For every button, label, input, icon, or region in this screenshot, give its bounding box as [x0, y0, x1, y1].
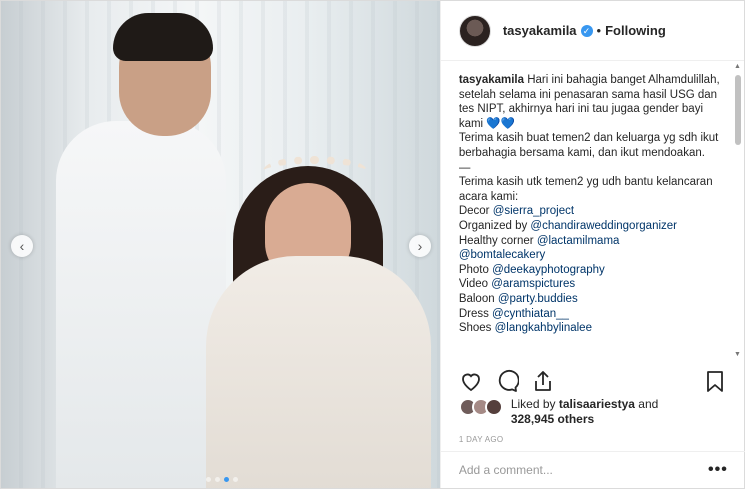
credit-line: Photo @deekayphotography — [459, 263, 721, 278]
credit-mention-link[interactable]: @lactamilmama — [537, 235, 620, 247]
more-options-icon[interactable]: ••• — [708, 461, 728, 479]
caption-text-4: Terima kasih utk temen2 yg udh bantu kel… — [458, 176, 713, 203]
heart-icon[interactable] — [459, 369, 483, 393]
likes-text: Liked by talisaariestya and 328,945 othe… — [511, 397, 658, 427]
carousel-dot — [224, 477, 229, 482]
comment-input[interactable] — [458, 463, 708, 477]
scroll-up-arrow-icon[interactable]: ▲ — [734, 63, 741, 70]
verified-badge-icon: ✓ — [580, 24, 593, 37]
carousel-dots — [206, 477, 238, 482]
caption-username[interactable]: tasyakamila — [459, 74, 524, 86]
credit-label: Dress — [458, 307, 489, 320]
credit-label: Baloon — [458, 292, 495, 305]
scroll-down-arrow-icon[interactable]: ▼ — [734, 351, 741, 358]
carousel-prev-button[interactable]: ‹ — [11, 235, 33, 257]
share-icon[interactable] — [531, 369, 555, 393]
avatar[interactable] — [458, 14, 491, 47]
following-button[interactable]: Following — [605, 23, 666, 38]
carousel-dot — [206, 477, 211, 482]
caption-first: tasyakamila Hari ini bahagia banget Alha… — [459, 73, 721, 131]
credit-mention-link[interactable]: @party.buddies — [498, 293, 578, 305]
credit-line: Decor @sierra_project — [459, 204, 721, 219]
caption-divider: — — [458, 161, 471, 174]
man-hair — [113, 13, 213, 61]
post-date[interactable]: 1 DAY AGO — [459, 435, 504, 444]
flower-crown — [263, 156, 367, 186]
credit-mention-link[interactable]: @cynthiatan__ — [492, 308, 569, 320]
caption-scrollbar[interactable]: ▲ ▼ — [734, 63, 742, 358]
header-username[interactable]: tasyakamila — [503, 23, 577, 38]
bookmark-icon[interactable] — [703, 369, 727, 393]
credit-line: @bomtalecakery — [459, 248, 721, 263]
credit-mention-link[interactable]: @chandiraweddingorganizer — [530, 220, 677, 232]
credit-label: Healthy corner — [458, 234, 534, 247]
scroll-thumb[interactable] — [735, 75, 741, 145]
others-count-link[interactable]: 328,945 others — [511, 412, 594, 426]
carousel-next-button[interactable]: › — [409, 235, 431, 257]
instagram-post: ‹ › tasyakamila ✓ • Following tasyakamil… — [0, 0, 745, 489]
comment-icon[interactable] — [495, 369, 519, 393]
header-separator: • — [596, 23, 602, 38]
credit-label: Video — [458, 278, 489, 291]
post-sidebar: tasyakamila ✓ • Following tasyakamila Ha… — [439, 1, 745, 488]
credit-label: Shoes — [458, 322, 492, 335]
credit-mention-link[interactable]: @langkahbylinalee — [495, 322, 592, 334]
liker-avatar — [484, 398, 503, 416]
comment-bar: ••• — [440, 451, 745, 488]
liked-by-prefix: Liked by — [510, 397, 556, 411]
liked-by-and: and — [638, 397, 659, 411]
woman-dress — [206, 256, 431, 488]
likes-row: Liked by talisaariestya and 328,945 othe… — [458, 397, 729, 427]
blue-hearts-emoji: 💙💙 — [486, 117, 515, 130]
credits-list: Decor @sierra_project Organized by @chand… — [459, 204, 721, 335]
credit-line: Healthy corner @lactamilmama — [459, 234, 721, 249]
credit-line: Baloon @party.buddies — [459, 292, 721, 307]
liker-avatars[interactable] — [458, 398, 503, 416]
caption: tasyakamila Hari ini bahagia banget Alha… — [459, 73, 721, 357]
man-figure — [56, 121, 226, 488]
credit-line: Video @aramspictures — [459, 277, 721, 292]
credit-mention-link[interactable]: @deekayphotography — [492, 264, 605, 276]
credit-label: Photo — [458, 263, 489, 276]
credit-label: Decor — [458, 205, 490, 218]
credit-line: Organized by @chandiraweddingorganizer — [459, 219, 721, 234]
post-photo[interactable]: ‹ › — [1, 1, 440, 488]
credit-mention-link[interactable]: @sierra_project — [493, 205, 574, 217]
carousel-dot — [215, 477, 220, 482]
credit-label: Organized by — [458, 219, 528, 232]
credit-mention-link[interactable]: @aramspictures — [491, 278, 575, 290]
credit-line: Dress @cynthiatan__ — [459, 307, 721, 322]
credit-mention-link[interactable]: @bomtalecakery — [459, 249, 545, 261]
liked-by-user-link[interactable]: talisaariestya — [559, 397, 635, 411]
credit-line: Shoes @langkahbylinalee — [459, 321, 721, 336]
carousel-dot — [233, 477, 238, 482]
caption-text-2: Terima kasih buat temen2 dan keluarga yg… — [458, 132, 719, 159]
action-bar — [459, 369, 729, 395]
post-header: tasyakamila ✓ • Following — [440, 1, 744, 61]
